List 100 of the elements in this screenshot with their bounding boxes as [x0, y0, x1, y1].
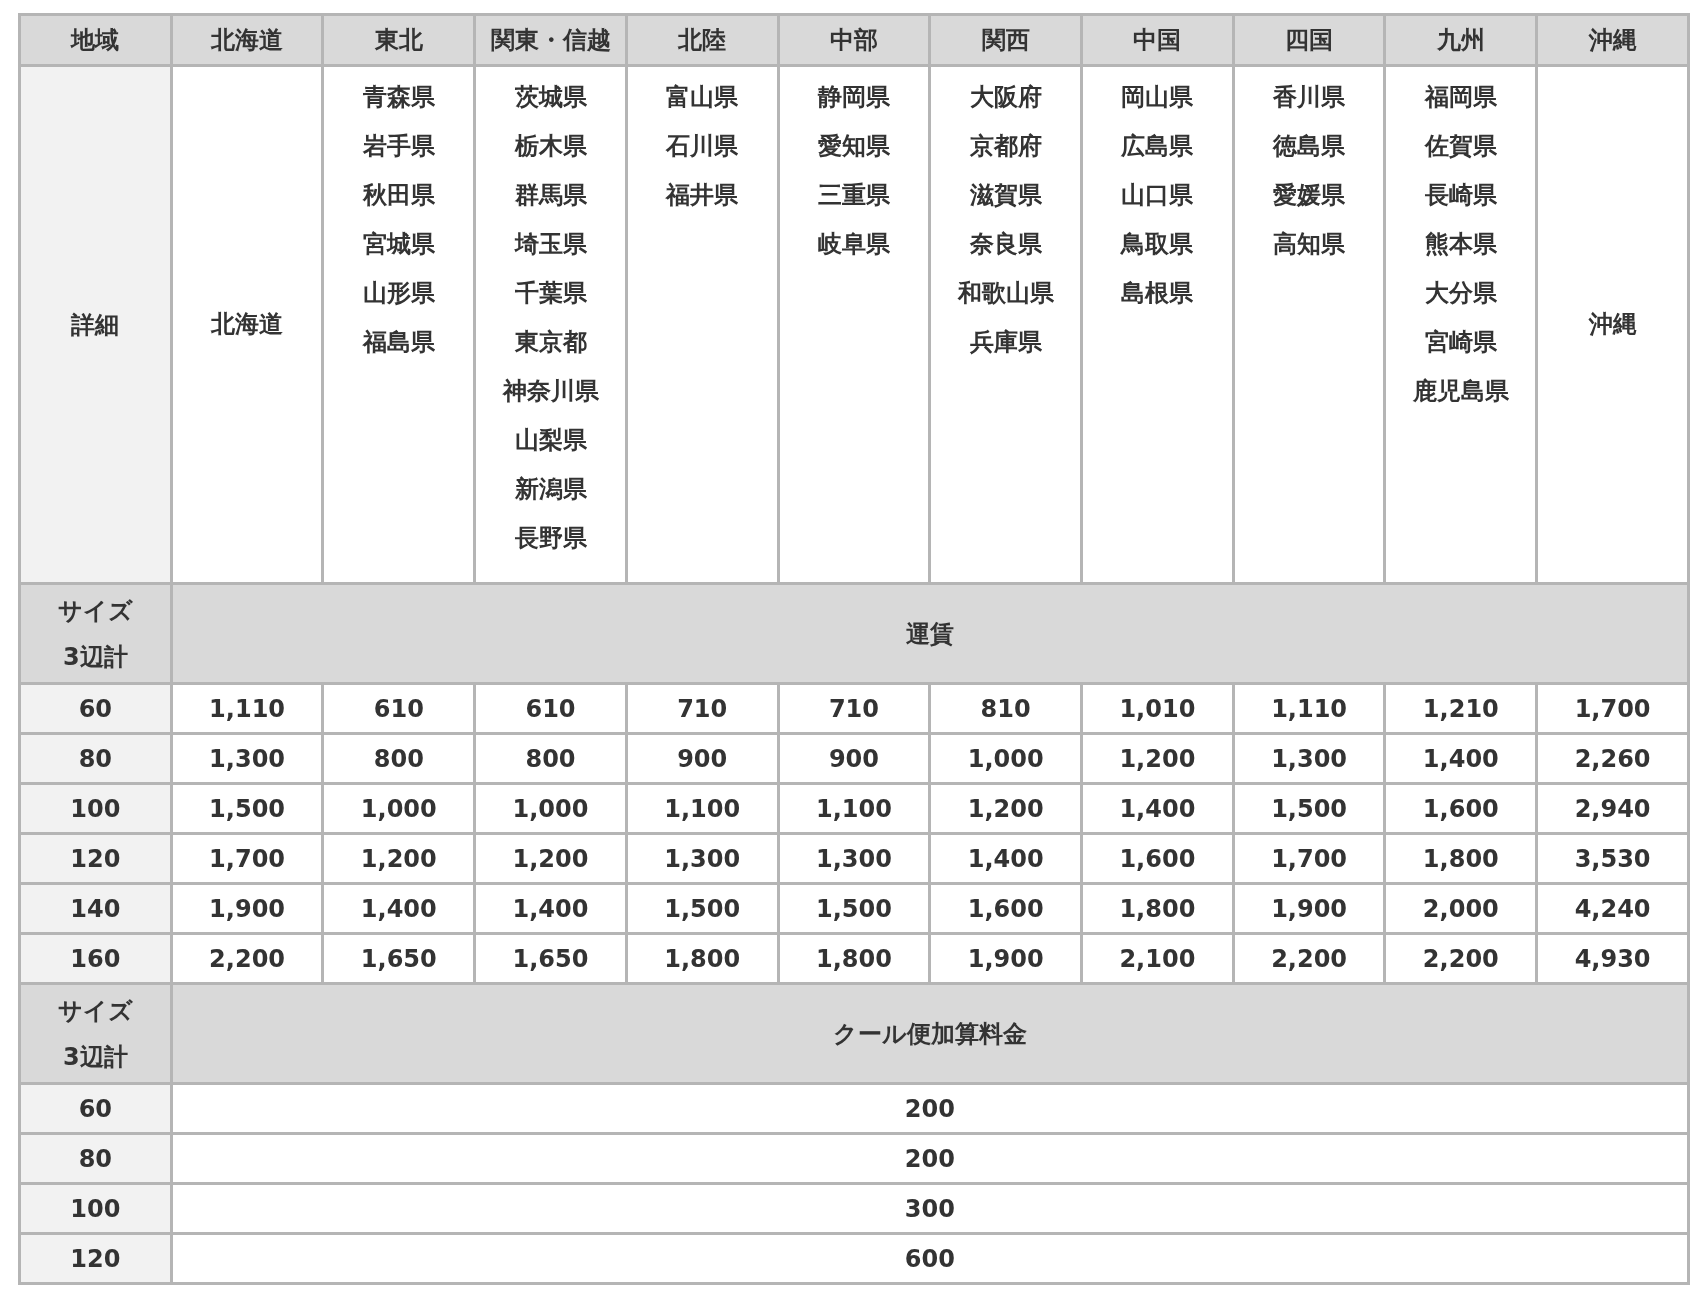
prefecture-name: 和歌山県 — [956, 278, 1055, 309]
prefecture-name: 岩手県 — [361, 131, 436, 162]
prefecture-name: 兵庫県 — [968, 327, 1043, 358]
table-cell: 1,800 — [1384, 833, 1537, 884]
table-cell: 1,200 — [929, 783, 1082, 834]
table-cell: 800 — [322, 733, 475, 784]
table-cell: 1,700 — [1536, 683, 1689, 734]
column-header: 東北 — [322, 14, 475, 66]
prefecture-name: 鳥取県 — [1119, 229, 1195, 260]
table-cell: 1,700 — [1233, 833, 1385, 884]
prefecture-name: 山梨県 — [513, 425, 588, 456]
table-cell: 1,800 — [626, 933, 779, 984]
table-cell: 1,650 — [474, 933, 627, 984]
row-header: 120 — [19, 833, 172, 884]
row-header: 160 — [19, 933, 172, 984]
table-cell: 900 — [778, 733, 930, 784]
table-cell: 1,300 — [171, 733, 323, 784]
table-cell: 1,600 — [929, 883, 1082, 934]
table-cell: 1,400 — [1081, 783, 1234, 834]
column-header: 地域 — [19, 14, 172, 66]
table-cell: 710 — [778, 683, 930, 734]
table-cell: 810 — [929, 683, 1082, 734]
row-header: 80 — [19, 1133, 172, 1184]
row-header: 詳細 — [19, 65, 172, 584]
table-cell: 1,200 — [322, 833, 475, 884]
prefecture-name: 群馬県 — [513, 180, 588, 211]
table-cell: 3,530 — [1536, 833, 1689, 884]
column-header: 中国 — [1081, 14, 1234, 66]
table-cell: 1,500 — [171, 783, 323, 834]
row-header: 100 — [19, 1183, 172, 1234]
prefecture-name: 大分県 — [1423, 278, 1498, 309]
row-header: 60 — [19, 683, 172, 734]
table-cell: 600 — [171, 1233, 1689, 1284]
prefecture-name: 高知県 — [1272, 229, 1347, 260]
table-cell: 1,200 — [474, 833, 627, 884]
table-cell: 1,300 — [778, 833, 930, 884]
table-cell: 1,900 — [929, 933, 1082, 984]
table-cell: 1,110 — [1233, 683, 1385, 734]
row-header: 60 — [19, 1083, 172, 1134]
row-header: サイズ — [56, 995, 134, 1027]
row-header: サイズ — [56, 595, 134, 627]
table-cell: 710 — [626, 683, 779, 734]
table-cell: 2,100 — [1081, 933, 1234, 984]
prefecture-name: 秋田県 — [361, 180, 436, 211]
prefecture-name: 愛媛県 — [1272, 180, 1347, 211]
table-cell: 2,940 — [1536, 783, 1689, 834]
prefecture-name: 岐阜県 — [816, 229, 891, 260]
prefecture-name: 静岡県 — [816, 82, 891, 113]
section-header: 運賃 — [171, 583, 1689, 684]
table-cell: 2,200 — [1233, 933, 1385, 984]
prefecture-name: 青森県 — [361, 82, 436, 113]
table-cell: 2,260 — [1536, 733, 1689, 784]
table-cell: 300 — [171, 1183, 1689, 1234]
row-header: 140 — [19, 883, 172, 934]
prefecture-name: 熊本県 — [1423, 229, 1498, 260]
table-cell: 1,650 — [322, 933, 475, 984]
prefecture-name: 東京都 — [513, 327, 588, 358]
row-header: 80 — [19, 733, 172, 784]
table-cell: 1,600 — [1384, 783, 1537, 834]
table-cell: 1,110 — [171, 683, 323, 734]
table-cell: 1,600 — [1081, 833, 1234, 884]
prefecture-name: 佐賀県 — [1423, 131, 1498, 162]
prefecture-name: 宮城県 — [361, 229, 436, 260]
prefecture-name: 福島県 — [361, 327, 436, 358]
prefecture-name: 京都府 — [968, 131, 1043, 162]
row-header: 100 — [19, 783, 172, 834]
prefecture-name: 栃木県 — [513, 131, 588, 162]
table-cell: 2,200 — [171, 933, 323, 984]
table-cell: 1,000 — [474, 783, 627, 834]
prefecture-name: 滋賀県 — [968, 180, 1043, 211]
column-header: 北陸 — [626, 14, 779, 66]
table-cell: 610 — [322, 683, 475, 734]
table-cell: 1,000 — [322, 783, 475, 834]
prefecture-name: 長崎県 — [1423, 180, 1498, 211]
table-cell: 1,100 — [626, 783, 779, 834]
prefecture-name: 福井県 — [664, 180, 740, 211]
table-cell: 4,240 — [1536, 883, 1689, 934]
prefecture-name: 千葉県 — [513, 278, 588, 309]
table-cell: 1,900 — [1233, 883, 1385, 934]
table-cell: 1,200 — [1081, 733, 1234, 784]
prefecture-name: 長野県 — [513, 523, 588, 554]
table-cell: 610 — [474, 683, 627, 734]
table-cell: 1,800 — [1081, 883, 1234, 934]
prefecture-name: 福岡県 — [1423, 82, 1498, 113]
prefecture-name: 石川県 — [664, 131, 740, 162]
prefecture-name: 大阪府 — [968, 82, 1043, 113]
table-cell: 1,010 — [1081, 683, 1234, 734]
prefecture-name: 鹿児島県 — [1411, 376, 1510, 407]
table-cell: 200 — [171, 1083, 1689, 1134]
prefecture-name: 新潟県 — [513, 474, 588, 505]
column-header: 中部 — [778, 14, 930, 66]
prefecture-name: 徳島県 — [1271, 131, 1347, 162]
prefecture-name: 宮崎県 — [1423, 327, 1498, 358]
table-cell: 1,300 — [626, 833, 779, 884]
table-cell: 4,930 — [1536, 933, 1689, 984]
table-cell: 1,900 — [171, 883, 323, 934]
column-header: 九州 — [1384, 14, 1537, 66]
prefecture-name: 島根県 — [1120, 278, 1195, 309]
prefecture-name: 三重県 — [816, 180, 891, 211]
column-header: 北海道 — [171, 14, 323, 66]
